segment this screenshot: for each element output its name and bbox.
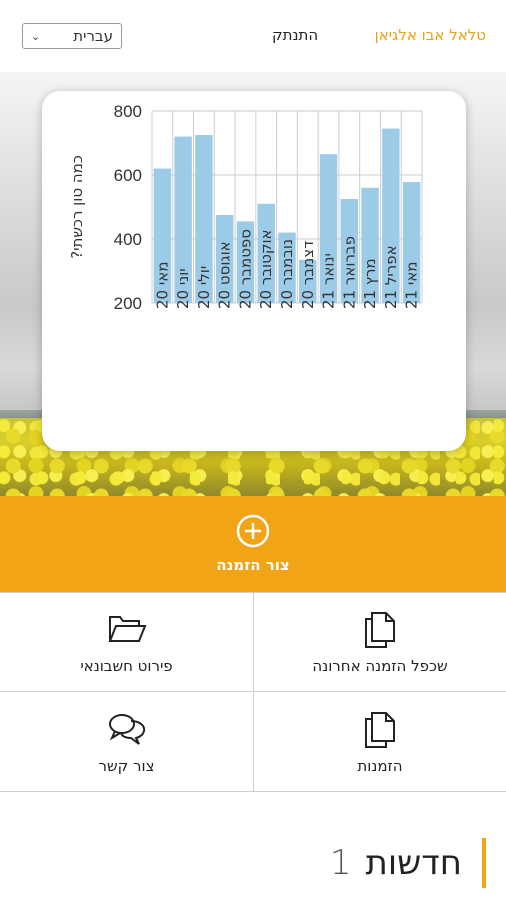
y-axis-label: כמה טון רכשתי? (68, 155, 86, 259)
x-tick-label: יולי 20 (195, 266, 213, 309)
y-tick-label: 800 (114, 102, 142, 121)
x-tick-label: מאי 20 (153, 262, 171, 309)
create-order-label: צור הזמנה (216, 556, 290, 574)
x-tick-label: אפריל 21 (382, 245, 400, 309)
logout-link[interactable]: התנתק (272, 26, 318, 44)
x-tick-label: יוני 20 (174, 268, 192, 309)
y-tick-label: 200 (114, 294, 142, 313)
plus-circle-icon (236, 514, 270, 548)
account-details-button[interactable]: פירוט חשבונאי (0, 593, 254, 692)
duplicate-last-order-label: שכפל הזמנה אחרונה (312, 657, 448, 675)
x-tick-label: דצמבר 20 (299, 241, 317, 309)
news-title: חדשות (365, 843, 462, 883)
x-tick-label: אוקטובר 20 (257, 229, 275, 309)
x-tick-label: פברואר 21 (340, 236, 358, 309)
duplicate-last-order-button[interactable]: שכפל הזמנה אחרונה (254, 593, 506, 692)
create-order-button[interactable]: צור הזמנה (0, 496, 506, 592)
documents-icon (365, 612, 395, 648)
chat-bubbles-icon (108, 714, 145, 745)
language-select[interactable]: ⌄ עברית (22, 23, 122, 49)
y-tick-label: 600 (114, 166, 142, 185)
orders-label: הזמנות (357, 757, 403, 775)
contact-label: צור קשר (98, 757, 155, 775)
folder-open-icon (108, 616, 146, 642)
x-tick-label: ספטמבר 20 (236, 229, 254, 309)
action-grid: שכפל הזמנה אחרונה פירוט חשבונאי הזמנות צ… (0, 592, 506, 793)
x-tick-label: ינואר 21 (320, 253, 338, 309)
x-tick-label: מאי 21 (403, 262, 421, 309)
username-link[interactable]: טלאל אבו אלגיאן (375, 26, 486, 44)
x-tick-label: נובמבר 20 (278, 239, 296, 309)
x-tick-label: מרץ 21 (361, 258, 379, 309)
language-selected-value: עברית (73, 27, 113, 45)
order-bar: צור הזמנה (0, 496, 506, 592)
news-accent-bar (482, 838, 486, 888)
orders-button[interactable]: הזמנות (254, 693, 506, 792)
contact-button[interactable]: צור קשר (0, 693, 254, 792)
account-details-label: פירוט חשבונאי (80, 657, 173, 675)
purchase-chart-card: 200 400 600 800 מאי 20 יוני 20 יולי 20 אוגוסט 2… (42, 91, 466, 451)
x-tick-label: אוגוסט 20 (216, 241, 234, 309)
news-section[interactable]: חדשות 1 (330, 838, 486, 888)
y-tick-label: 400 (114, 230, 142, 249)
news-count: 1 (329, 843, 352, 883)
documents-icon (365, 712, 395, 748)
chevron-down-icon: ⌄ (31, 29, 41, 43)
purchase-chart: 200 400 600 800 מאי 20יוני 20יולי 20אוגוסט 2… (68, 102, 423, 313)
